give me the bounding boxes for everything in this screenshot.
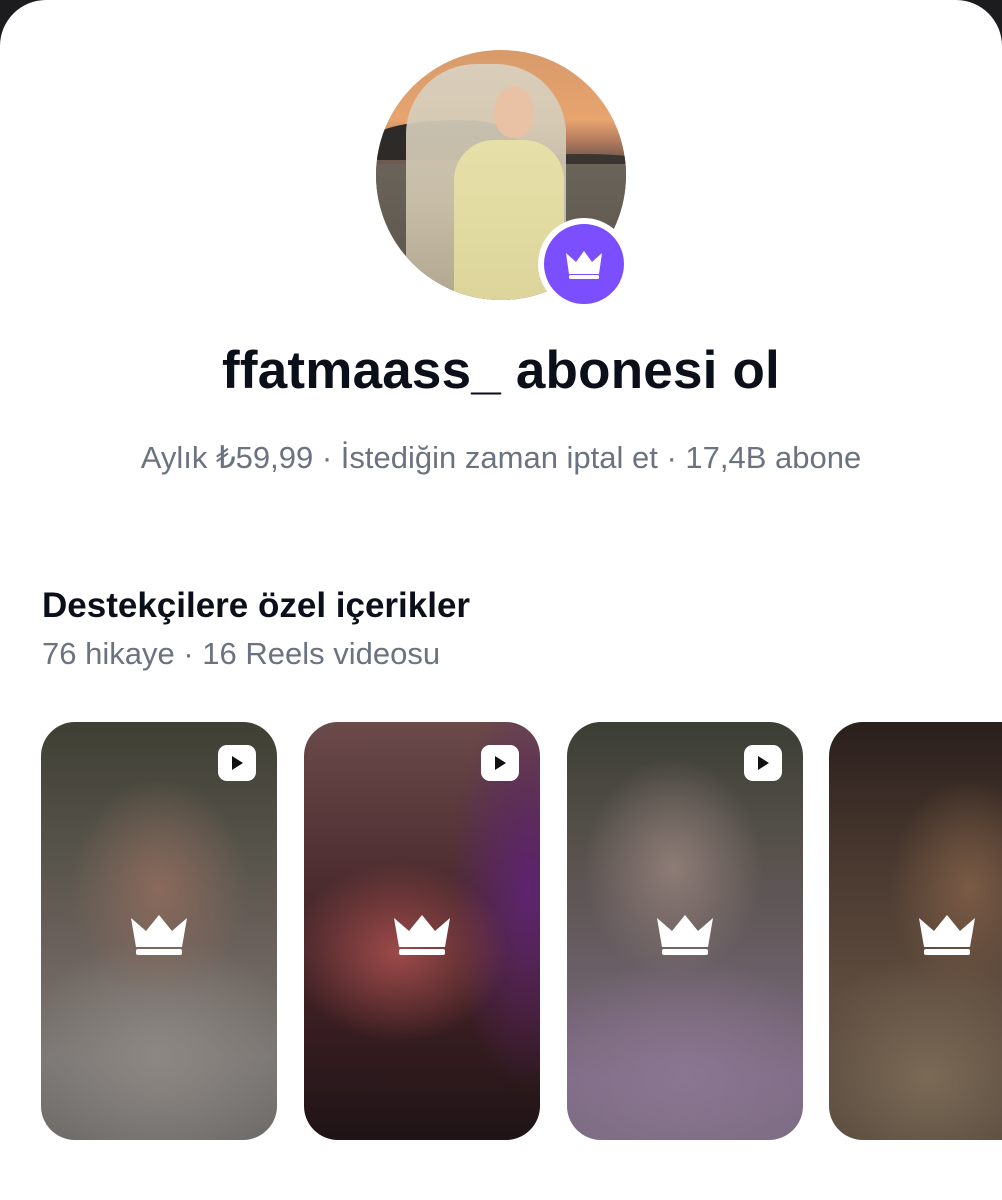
exclusive-reel-card[interactable]	[304, 722, 540, 1140]
crown-icon	[566, 251, 602, 279]
subscriber-badge	[538, 218, 630, 310]
play-icon	[218, 745, 256, 781]
play-icon	[744, 745, 782, 781]
avatar-photo-detail	[494, 86, 534, 138]
exclusive-story-card[interactable]	[829, 722, 1002, 1140]
profile-avatar-container[interactable]	[376, 50, 630, 310]
section-title: Destekçilere özel içerikler	[42, 586, 471, 625]
exclusive-reel-card[interactable]	[41, 722, 277, 1140]
exclusive-reel-card[interactable]	[567, 722, 803, 1140]
section-subtitle: 76 hikaye · 16 Reels videosu	[42, 636, 441, 671]
play-icon	[481, 745, 519, 781]
crown-icon	[919, 915, 975, 955]
crown-icon	[131, 915, 187, 955]
subscription-sheet: ffatmaass_ abonesi ol Aylık ₺59,99 · İst…	[0, 0, 1002, 1200]
subscription-details: Aylık ₺59,99 · İstediğin zaman iptal et …	[140, 440, 862, 475]
crown-icon	[394, 915, 450, 955]
page-title: ffatmaass_ abonesi ol	[222, 341, 780, 400]
crown-icon	[657, 915, 713, 955]
